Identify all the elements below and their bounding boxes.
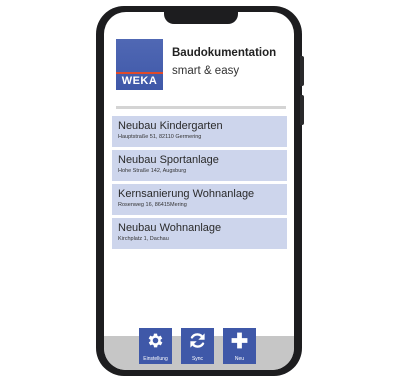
sync-button[interactable]: Sync [181, 328, 214, 364]
new-button-label: Neu [234, 356, 245, 362]
new-button[interactable]: Neu [223, 328, 256, 364]
project-title: Neubau Sportanlage [118, 154, 219, 166]
project-item-wohnanlage[interactable]: Neubau Wohnanlage Kirchplatz 1, Dachau [112, 218, 287, 249]
phone-volume-down-button [300, 95, 304, 125]
weka-logo: WEKA [116, 39, 163, 90]
sync-button-label: Sync [191, 356, 204, 362]
project-address: Kirchplatz 1, Dachau [118, 236, 169, 242]
app-screen: WEKA Baudokumentation smart & easy Neuba… [104, 12, 294, 370]
project-item-kernsanierung[interactable]: Kernsanierung Wohnanlage Rosenweg 16, 86… [112, 184, 287, 215]
logo-accent-band [116, 72, 163, 74]
header-divider [116, 106, 286, 109]
plus-icon [231, 332, 248, 349]
project-address: Hohe Straße 142, Augsburg [118, 168, 187, 174]
project-list: Neubau Kindergarten Hauptstraße 51, 8211… [112, 116, 287, 252]
sync-icon [190, 333, 205, 348]
project-title: Neubau Wohnanlage [118, 222, 222, 234]
settings-button[interactable]: Einstellung [139, 328, 172, 364]
gear-icon [148, 333, 163, 348]
phone-volume-up-button [300, 56, 304, 86]
app-header: WEKA Baudokumentation smart & easy [104, 37, 294, 101]
app-title: Baudokumentation [172, 47, 277, 59]
app-subtitle: smart & easy [172, 65, 240, 77]
project-title: Neubau Kindergarten [118, 120, 223, 132]
project-item-sportanlage[interactable]: Neubau Sportanlage Hohe Straße 142, Augs… [112, 150, 287, 181]
project-item-kindergarten[interactable]: Neubau Kindergarten Hauptstraße 51, 8211… [112, 116, 287, 147]
logo-text: WEKA [121, 75, 158, 87]
project-address: Hauptstraße 51, 82110 Germering [118, 134, 202, 140]
project-address: Rosenweg 16, 86415Mering [118, 202, 187, 208]
settings-button-label: Einstellung [143, 356, 168, 362]
project-title: Kernsanierung Wohnanlage [118, 188, 255, 200]
phone-notch [164, 11, 238, 24]
